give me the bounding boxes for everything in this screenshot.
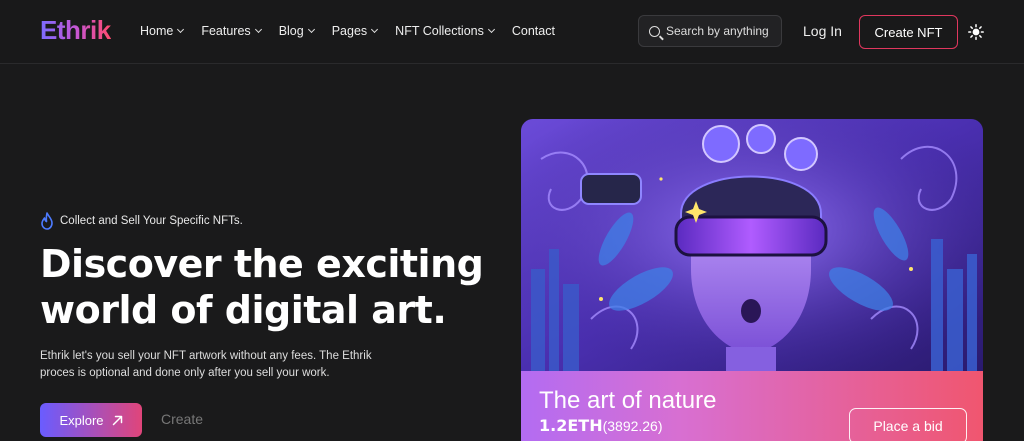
explore-button[interactable]: Explore bbox=[40, 403, 142, 437]
logo[interactable]: Ethrik bbox=[40, 15, 111, 46]
featured-nft-card[interactable]: The art of nature 1.2ETH(3892.26) Place … bbox=[521, 119, 983, 441]
explore-label: Explore bbox=[59, 412, 104, 428]
arrow-up-right-icon bbox=[112, 415, 122, 425]
login-link[interactable]: Log In bbox=[803, 23, 842, 39]
hero-tagline-text: Collect and Sell Your Specific NFTs. bbox=[60, 215, 243, 227]
nav-item-features[interactable]: Features bbox=[201, 24, 262, 38]
chevron-down-icon bbox=[254, 25, 262, 33]
price-usd: (3892.26) bbox=[602, 418, 663, 434]
sun-icon[interactable] bbox=[968, 24, 984, 40]
search-box[interactable]: Search by anything bbox=[638, 15, 782, 47]
hero-description: Ethrik let's you sell your NFT artwork w… bbox=[40, 350, 372, 379]
chevron-down-icon bbox=[487, 25, 495, 33]
nav-item-label: Home bbox=[140, 24, 174, 38]
chevron-down-icon bbox=[177, 25, 185, 33]
search-icon bbox=[649, 25, 660, 37]
create-link[interactable]: Create bbox=[161, 411, 203, 427]
card-price: 1.2ETH(3892.26) bbox=[539, 416, 663, 435]
nav-item-label: Pages bbox=[331, 24, 368, 38]
main-nav: Home Features Blog Pages NFT Collections… bbox=[140, 24, 555, 38]
nav-item-home[interactable]: Home bbox=[140, 24, 185, 38]
place-bid-button[interactable]: Place a bid bbox=[849, 408, 967, 441]
chevron-down-icon bbox=[307, 25, 315, 33]
price-eth: 1.2ETH bbox=[539, 416, 603, 435]
nft-artwork-image bbox=[521, 119, 983, 371]
nav-item-nft-collections[interactable]: NFT Collections bbox=[395, 24, 495, 38]
chevron-down-icon bbox=[371, 25, 379, 33]
nav-item-contact[interactable]: Contact bbox=[512, 24, 555, 38]
nav-item-label: Contact bbox=[511, 24, 555, 38]
nav-item-label: Blog bbox=[278, 24, 304, 38]
flame-icon bbox=[41, 212, 53, 230]
hero-headline: Discover the exciting world of digital a… bbox=[40, 242, 484, 332]
nav-item-label: NFT Collections bbox=[395, 24, 484, 38]
card-footer: The art of nature 1.2ETH(3892.26) Place … bbox=[521, 371, 983, 441]
nav-item-pages[interactable]: Pages bbox=[331, 24, 379, 38]
nav-item-blog[interactable]: Blog bbox=[278, 24, 315, 38]
search-placeholder: Search by anything bbox=[666, 24, 769, 38]
nav-item-label: Features bbox=[201, 24, 251, 38]
card-title: The art of nature bbox=[539, 387, 717, 414]
site-header: Ethrik Home Features Blog Pages NFT Coll… bbox=[0, 0, 1024, 64]
create-nft-button[interactable]: Create NFT bbox=[859, 15, 958, 49]
hero-tagline: Collect and Sell Your Specific NFTs. bbox=[40, 212, 243, 230]
